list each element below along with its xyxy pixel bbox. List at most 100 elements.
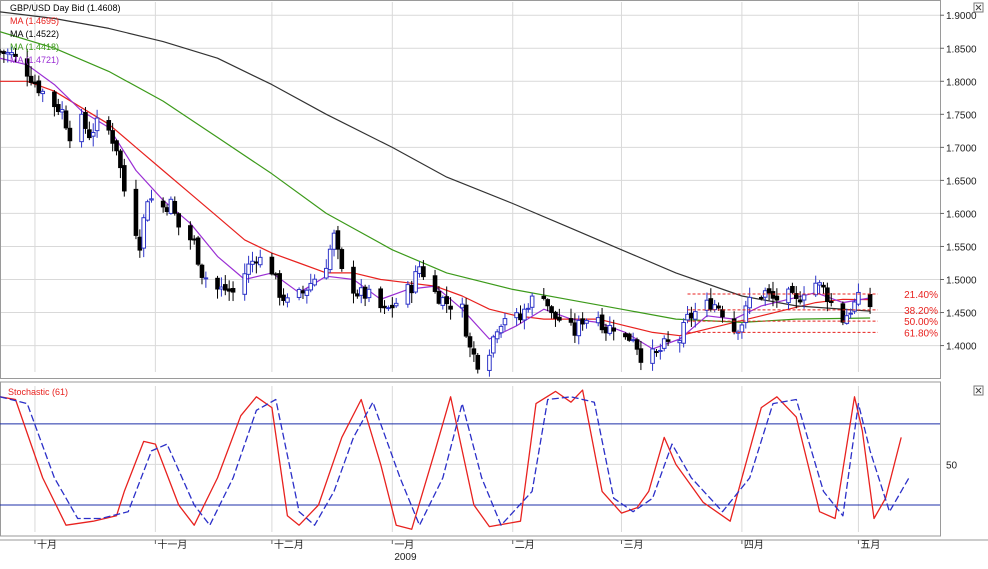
candle-body-up — [502, 318, 508, 326]
candle-body-up — [59, 109, 65, 113]
candle — [432, 269, 438, 294]
candle — [273, 272, 279, 280]
candle-body-down — [273, 273, 279, 276]
candle-body-down — [840, 303, 846, 323]
month-tick-label: 十月 — [37, 538, 57, 551]
candle-body-up — [525, 307, 531, 310]
candle-body-down — [36, 80, 42, 94]
candle-body-up — [203, 277, 209, 280]
candle — [518, 305, 523, 324]
candle-body-down — [191, 238, 197, 241]
candle-body-down — [339, 249, 345, 269]
candle-body-up — [285, 297, 290, 303]
candle — [844, 308, 850, 325]
candle — [331, 229, 337, 257]
candle-body-down — [335, 230, 341, 250]
ma-legend-entry: MA (1.4522) — [10, 29, 59, 39]
candle — [358, 279, 364, 304]
candle-body-down — [83, 112, 88, 129]
candle-body-up — [576, 319, 582, 337]
price-panel-close-button[interactable] — [973, 2, 984, 13]
candle-body-down — [32, 81, 38, 85]
candle-body-down — [549, 306, 554, 314]
legend: GBP/USD Day Bid (1.4608) MA (1.4695) MA (1… — [8, 3, 121, 397]
candle — [137, 229, 143, 258]
candle-body-down — [689, 312, 694, 319]
candle — [817, 280, 822, 294]
candle-body-up — [323, 267, 329, 279]
stoch-panel-close-button[interactable] — [973, 385, 984, 396]
candle-body-up — [145, 201, 150, 221]
candle — [296, 287, 302, 301]
candle-body-up — [491, 336, 496, 354]
candle-body-down — [176, 213, 181, 228]
price-ytick-label: 1.5500 — [946, 242, 977, 253]
stoch-ytick-label: 50 — [946, 460, 958, 471]
candle-body-up — [405, 284, 411, 305]
candle — [459, 297, 465, 318]
candle-body-down — [774, 295, 780, 301]
candle — [467, 332, 473, 358]
month-tick-label: 二月 — [515, 539, 535, 551]
candle-body-down — [867, 293, 873, 308]
candle-body-down — [55, 104, 61, 113]
moving-average-line-4 — [0, 57, 871, 350]
candle — [339, 247, 345, 272]
candle-body-down — [160, 200, 166, 208]
candle — [545, 298, 550, 312]
candle-body-up — [312, 278, 317, 286]
candle — [191, 235, 197, 245]
candle-body-down — [797, 299, 803, 303]
candle-body-down — [188, 225, 193, 241]
candle — [529, 292, 535, 316]
candle — [572, 313, 578, 343]
candle — [67, 120, 73, 149]
candle-body-up — [79, 113, 84, 143]
candle — [40, 88, 46, 103]
candle — [405, 280, 411, 308]
candle-body-down — [110, 130, 115, 144]
candle — [222, 275, 228, 296]
stochastic-lines — [0, 389, 940, 530]
candle-body-up — [366, 288, 372, 299]
candle — [106, 116, 112, 135]
candle — [195, 235, 201, 267]
candle — [188, 221, 193, 250]
candle-body-down — [759, 296, 764, 299]
candle-body-up — [5, 51, 11, 55]
panel-controls[interactable] — [973, 2, 984, 396]
candle — [677, 336, 683, 353]
candle — [327, 244, 333, 274]
candle — [654, 348, 659, 357]
candle — [525, 303, 531, 313]
candle-body-down — [421, 266, 426, 278]
candle — [623, 332, 628, 340]
candle-body-down — [67, 127, 73, 142]
candle — [762, 287, 768, 306]
candle-body-down — [382, 305, 387, 309]
candle-body-up — [257, 256, 263, 266]
candle-body-up — [848, 312, 853, 315]
candle-body-down — [28, 75, 34, 83]
candle — [471, 341, 477, 362]
candle — [250, 251, 255, 273]
candle-body-up — [692, 311, 698, 320]
candle-body-down — [355, 293, 360, 297]
candle — [786, 286, 791, 310]
candle — [382, 300, 387, 314]
candle-body-up — [514, 312, 519, 319]
candle — [797, 291, 803, 305]
candle-body-up — [817, 282, 822, 286]
candle — [172, 196, 178, 216]
candle — [79, 108, 84, 148]
candle — [825, 282, 830, 312]
candle — [568, 308, 574, 326]
chart-svg: 21.40% 38.20%50.00%61.80% 1.4000 1.4500 1.5… — [0, 0, 988, 563]
candle-body-down — [626, 333, 632, 341]
candle-body-down — [133, 188, 139, 236]
candle-body-down — [121, 165, 127, 192]
candle-body-down — [825, 287, 830, 303]
candle-body-up — [94, 117, 100, 132]
candle-body-down — [467, 336, 473, 348]
month-tick-label: 十二月 — [274, 538, 304, 551]
